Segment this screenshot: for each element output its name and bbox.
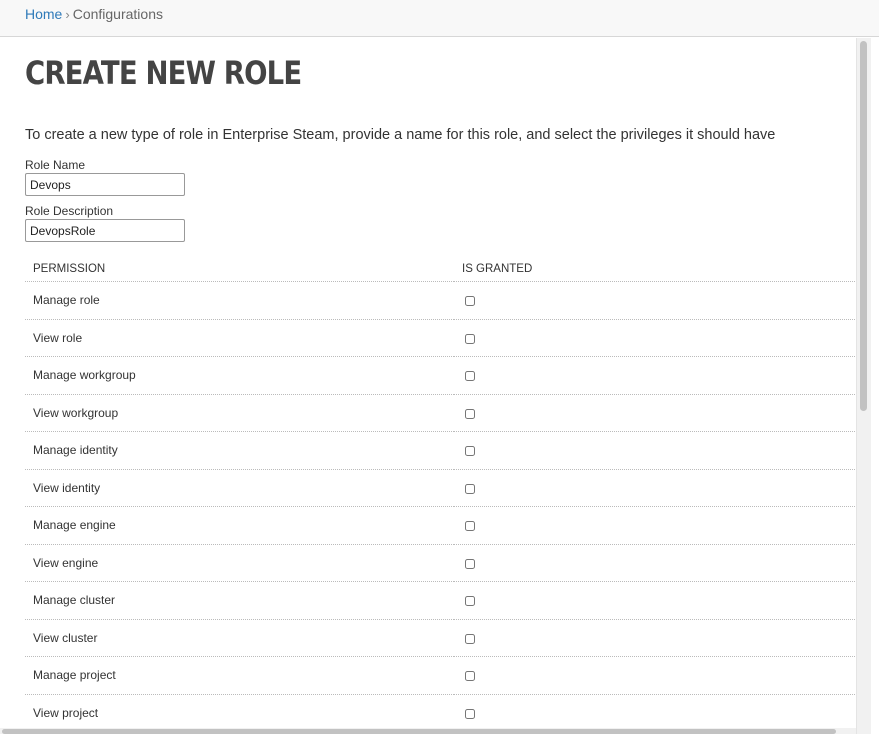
is-granted-checkbox[interactable] [465,408,475,419]
is-granted-cell [454,506,855,545]
is-granted-checkbox[interactable] [465,558,475,569]
vertical-scrollbar[interactable] [856,38,871,734]
breadcrumb-home-link[interactable]: Home [25,6,62,22]
is-granted-cell [454,319,855,357]
role-name-input[interactable] [25,173,185,196]
table-row: Manage identity [25,431,855,470]
page-title: CREATE NEW ROLE [25,54,302,92]
is-granted-cell [454,581,855,620]
permission-name: View workgroup [25,394,454,432]
is-granted-cell [454,656,855,695]
top-bar: Home › Configurations [0,0,879,37]
breadcrumb-current: Configurations [72,6,163,22]
horizontal-scrollbar[interactable] [0,728,856,734]
is-granted-cell [454,281,855,320]
table-row: Manage engine [25,506,855,545]
permission-name: View role [25,319,454,357]
is-granted-checkbox[interactable] [465,446,475,457]
permission-name: Manage role [25,281,454,320]
permission-name: View project [25,694,454,726]
vertical-scrollbar-thumb[interactable] [860,41,867,411]
is-granted-cell [454,431,855,470]
is-granted-cell [454,356,855,395]
is-granted-cell [454,619,855,657]
is-granted-cell [454,394,855,432]
column-header-permission: PERMISSION [25,256,454,282]
table-row: View identity [25,469,855,507]
is-granted-cell [454,694,855,726]
table-row: Manage project [25,656,855,695]
page-intro: To create a new type of role in Enterpri… [25,127,776,143]
is-granted-checkbox[interactable] [465,708,475,719]
permission-name: Manage workgroup [25,356,454,395]
role-description-label: Role Description [25,204,114,218]
permissions-table-body: Manage role View role Manage workgroup View… [25,281,855,726]
is-granted-checkbox[interactable] [465,296,475,307]
table-header-row: PERMISSION IS GRANTED [25,256,855,282]
is-granted-checkbox[interactable] [465,633,475,644]
permission-name: View engine [25,544,454,582]
table-row: Manage cluster [25,581,855,620]
is-granted-checkbox[interactable] [465,671,475,682]
table-row: View engine [25,544,855,582]
breadcrumb-chevron-icon: › [65,7,70,22]
is-granted-checkbox[interactable] [465,483,475,494]
table-row: View role [25,319,855,357]
role-description-input[interactable] [25,219,185,242]
permission-name: Manage project [25,656,454,695]
column-header-is-granted: IS GRANTED [454,256,855,282]
permission-name: Manage engine [25,506,454,545]
table-row: Manage workgroup [25,356,855,395]
permission-name: Manage cluster [25,581,454,620]
is-granted-cell [454,469,855,507]
permission-name: Manage identity [25,431,454,470]
role-name-label: Role Name [25,158,86,172]
breadcrumb: Home › Configurations [25,6,163,22]
is-granted-cell [454,544,855,582]
table-row: View cluster [25,619,855,657]
table-row: View project [25,694,855,726]
horizontal-scrollbar-thumb[interactable] [2,729,836,734]
is-granted-checkbox[interactable] [465,333,475,344]
main-content: CREATE NEW ROLE To create a new type of … [0,38,855,726]
permission-name: View identity [25,469,454,507]
permission-name: View cluster [25,619,454,657]
table-row: Manage role [25,281,855,320]
is-granted-checkbox[interactable] [465,596,475,607]
table-row: View workgroup [25,394,855,432]
permissions-table: PERMISSION IS GRANTED Manage role View ro… [25,256,855,726]
is-granted-checkbox[interactable] [465,371,475,382]
is-granted-checkbox[interactable] [465,521,475,532]
